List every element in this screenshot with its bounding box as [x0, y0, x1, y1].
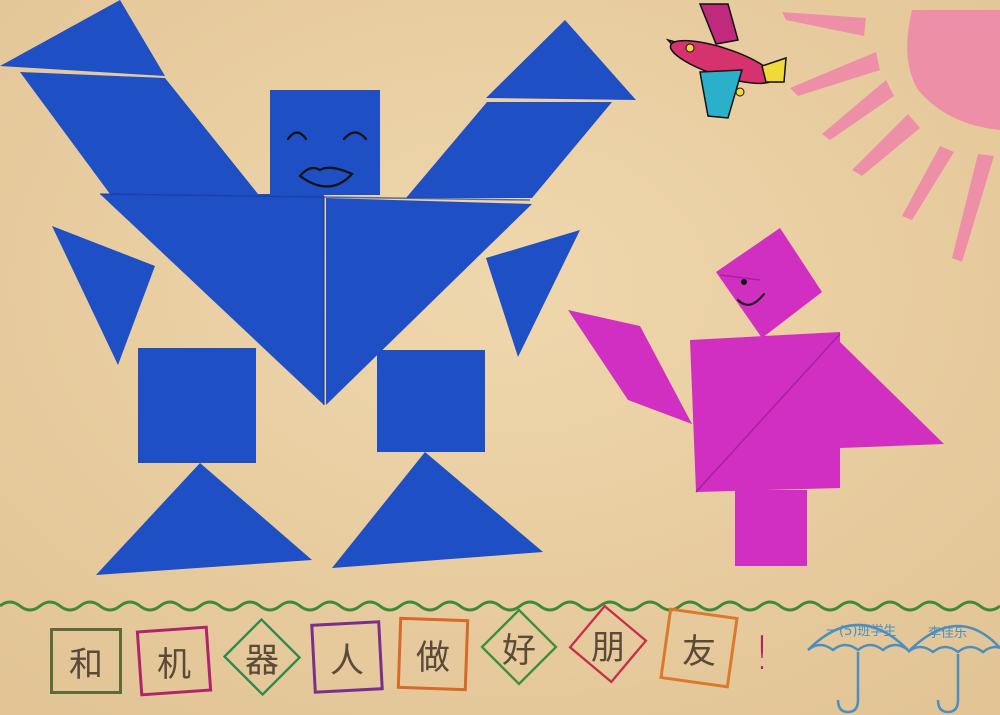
caption-char-box: 和 — [50, 628, 122, 694]
girl-eye — [741, 279, 747, 285]
caption-char-box: 机 — [135, 625, 213, 697]
signature-name: 李佳乐 — [928, 626, 968, 641]
caption-char: 友 — [682, 631, 716, 672]
robot-left-leg — [138, 348, 256, 463]
artwork-drawing — [0, 0, 1000, 715]
robot-head — [270, 90, 380, 195]
girl-legs — [735, 490, 807, 566]
caption-char-box: 友 — [659, 607, 739, 689]
caption-char: 做 — [416, 637, 450, 678]
caption-char-box: 做 — [396, 616, 470, 692]
caption-char: 人 — [330, 640, 364, 681]
girl-body — [690, 332, 840, 492]
caption-char-box: 器 — [222, 617, 302, 697]
caption-char-box: 朋 — [568, 604, 648, 684]
caption-char: 朋 — [591, 627, 625, 668]
caption-char: 器 — [245, 640, 279, 681]
robot-right-leg — [377, 350, 485, 452]
exclamation-text: ! — [752, 626, 772, 680]
caption-char: 好 — [502, 630, 536, 671]
caption-char: 机 — [157, 644, 191, 685]
signature-class: 一(5)班学生 — [826, 624, 897, 639]
exclamation-mark: ! — [742, 618, 782, 688]
caption-char-box: 人 — [310, 620, 384, 694]
caption-char: 和 — [69, 644, 103, 685]
tangram-artwork: 和 机 器 人 做 好 朋 友 ! 一(5)班学生 李佳乐 — [0, 0, 1000, 715]
caption-char-box: 好 — [480, 608, 558, 686]
